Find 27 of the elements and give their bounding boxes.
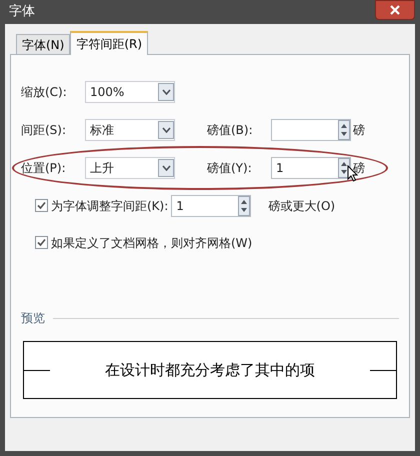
dropdown[interactable]: 100%	[85, 81, 175, 103]
unit-label: 磅	[353, 160, 365, 177]
window-title: 字体	[9, 3, 35, 22]
dropdown[interactable]: 标准	[85, 119, 175, 141]
unit-label: 磅	[353, 122, 365, 139]
checkbox[interactable]	[35, 199, 48, 212]
checkbox[interactable]	[35, 236, 48, 249]
close-icon	[390, 5, 400, 15]
dropdown[interactable]: 上升	[85, 157, 175, 179]
tab[interactable]: 字符间距(R)	[70, 31, 148, 55]
checkbox-label[interactable]: 为字体调整字间距(K):	[51, 196, 168, 214]
spin-field[interactable]	[271, 119, 351, 141]
spin-field[interactable]: 1	[171, 194, 252, 216]
checkbox-label[interactable]: 如果定义了文档网格，则对齐网格(W)	[51, 234, 252, 252]
field-label: 磅值(Y):	[207, 160, 253, 177]
field-label: 位置(P):	[21, 160, 67, 177]
spin-field[interactable]: 1	[271, 157, 351, 179]
field-label: 间距(S):	[21, 122, 68, 139]
close-button[interactable]	[375, 0, 415, 20]
tab[interactable]: 字体(N)	[16, 34, 70, 54]
section-label: 预览	[21, 310, 45, 327]
spinner-arrows-icon[interactable]	[338, 120, 350, 140]
field-label: 磅值(B):	[207, 122, 254, 139]
spinner-arrows-icon[interactable]	[238, 196, 250, 216]
preview-text: 在设计时都充分考虑了其中的项	[104, 360, 316, 381]
unit-label: 磅或更大(O)	[268, 198, 336, 214]
field-label: 缩放(C):	[21, 84, 68, 101]
